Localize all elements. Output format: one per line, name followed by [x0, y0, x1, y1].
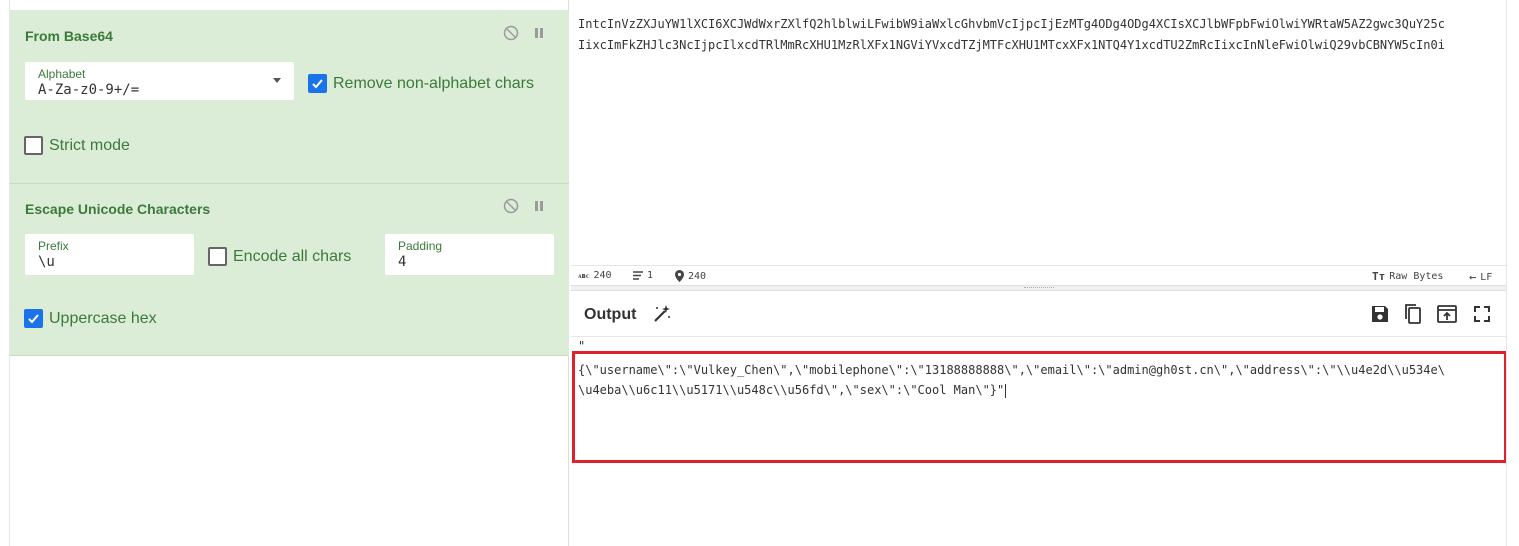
replace-input-icon[interactable]: [1436, 303, 1458, 325]
checkmark-icon: [312, 79, 323, 89]
prefix-field[interactable]: Prefix \u: [25, 234, 194, 275]
right-gutter: [1506, 0, 1519, 546]
uppercase-hex-checkbox[interactable]: Uppercase hex: [24, 309, 157, 328]
encode-all-label: Encode all chars: [233, 247, 352, 265]
padding-value: 4: [398, 254, 407, 270]
encoding-label: Raw Bytes: [1389, 271, 1444, 282]
disable-icon[interactable]: [503, 198, 519, 214]
encoding-selector[interactable]: Tт Raw Bytes: [1372, 270, 1443, 283]
alphabet-select[interactable]: Alphabet A-Za-z0-9+/=: [25, 62, 294, 100]
grip-dots: [1024, 287, 1054, 289]
maximize-icon[interactable]: [1471, 303, 1493, 325]
return-arrow-icon: ←: [1469, 270, 1477, 284]
alphabet-label: Alphabet: [38, 67, 86, 81]
remove-nonalphabet-label: Remove non-alphabet chars: [333, 74, 535, 92]
highlight-box: [572, 351, 1507, 463]
eol-selector[interactable]: ← LF: [1469, 270, 1492, 284]
alphabet-value: A-Za-z0-9+/=: [38, 82, 140, 98]
remove-nonalphabet-checkbox[interactable]: Remove non-alphabet chars: [308, 74, 534, 93]
text-format-icon: Tт: [1372, 270, 1386, 283]
disable-icon[interactable]: [503, 25, 519, 41]
encode-all-checkbox[interactable]: Encode all chars: [208, 247, 351, 266]
strict-mode-checkbox[interactable]: Strict mode: [24, 136, 130, 155]
location-pin-icon: [675, 270, 684, 282]
dropdown-caret-icon: [273, 78, 281, 83]
cursor-position-value: 240: [688, 270, 707, 282]
pause-icon[interactable]: [531, 25, 547, 41]
save-icon[interactable]: [1369, 303, 1391, 325]
prefix-label: Prefix: [38, 239, 69, 253]
line-count-value: 1: [647, 270, 654, 281]
input-line: IixcImFkZHJlc3NcIjpcIlxcdTRlMmRcXHU1MzRl…: [578, 38, 1445, 52]
eol-label: LF: [1480, 271, 1493, 283]
char-count: ᴀʙᴄ 240: [578, 270, 612, 281]
operation-escape-unicode: Escape Unicode Characters Prefix \u Enco…: [10, 184, 569, 356]
input-text-area[interactable]: IntcInVzZXJuYW1lXCI6XCJWdWxrZXlfQ2hlblwi…: [571, 0, 1506, 265]
output-header: Output: [571, 291, 1506, 337]
lines-icon: [633, 271, 643, 280]
uppercase-hex-label: Uppercase hex: [49, 309, 157, 327]
checkbox-box[interactable]: [24, 136, 43, 155]
cursor-position: 240: [675, 270, 706, 282]
line-count: 1: [633, 270, 653, 281]
operation-from-base64: From Base64 Alphabet A-Za-z0-9+/= Remove…: [10, 10, 569, 184]
operation-title: From Base64: [25, 28, 113, 44]
strict-mode-label: Strict mode: [49, 136, 130, 154]
magic-wand-icon[interactable]: [652, 304, 672, 324]
left-gutter: [0, 0, 10, 546]
abc-icon: ᴀʙᴄ: [578, 271, 590, 280]
input-line: IntcInVzZXJuYW1lXCI6XCJWdWxrZXlfQ2hlblwi…: [578, 17, 1445, 31]
checkbox-box[interactable]: [208, 247, 227, 266]
checkbox-box[interactable]: [308, 74, 327, 93]
input-status-bar: ᴀʙᴄ 240 1 240 Tт Raw Bytes ← LF: [571, 265, 1506, 285]
copy-icon[interactable]: [1402, 303, 1424, 325]
checkmark-icon: [28, 314, 39, 324]
operation-title: Escape Unicode Characters: [25, 201, 211, 217]
output-title: Output: [584, 306, 637, 323]
padding-label: Padding: [398, 239, 443, 253]
pause-icon[interactable]: [531, 198, 547, 214]
checkbox-box[interactable]: [24, 309, 43, 328]
char-count-value: 240: [593, 270, 612, 281]
prefix-value: \u: [38, 254, 55, 270]
padding-field[interactable]: Padding 4: [385, 234, 554, 275]
recipe-panel: From Base64 Alphabet A-Za-z0-9+/= Remove…: [10, 0, 569, 546]
